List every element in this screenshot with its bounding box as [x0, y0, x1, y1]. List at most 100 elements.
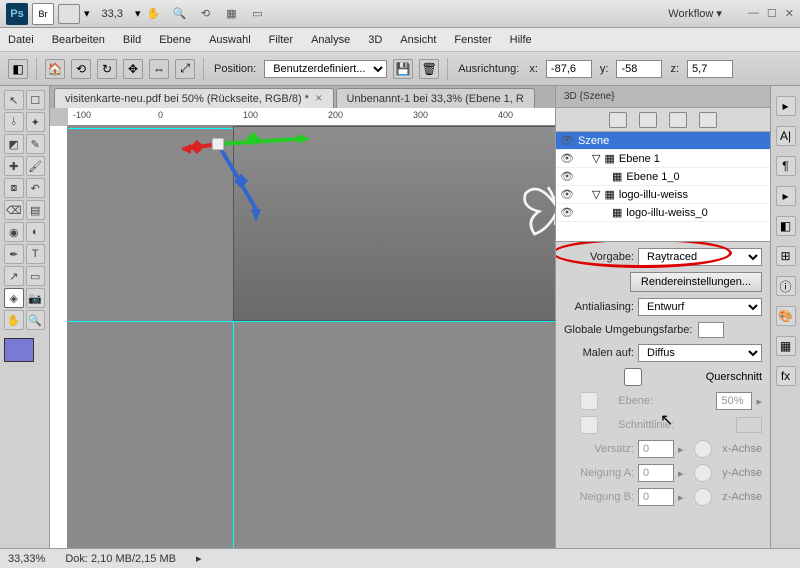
shape-tool[interactable]: ▭ [26, 266, 46, 286]
close-icon[interactable]: ✕ [785, 7, 794, 20]
swatches-panel-icon[interactable]: ▦ [776, 336, 796, 356]
hand-tool[interactable]: ✋ [4, 310, 24, 330]
zoom-icon[interactable]: 🔍 [170, 5, 188, 23]
render-settings-button[interactable]: Rendereinstellungen... [630, 272, 762, 292]
filter-lights-icon[interactable] [699, 112, 717, 128]
3d-object-tool[interactable]: ◈ [4, 288, 24, 308]
pan-3d-icon[interactable]: ✥ [123, 59, 143, 79]
path-tool[interactable]: ↗ [4, 266, 24, 286]
layers-panel-icon[interactable]: ◧ [776, 216, 796, 236]
brush-tool[interactable]: 🖌 [26, 156, 46, 176]
menu-3d[interactable]: 3D [368, 34, 382, 46]
eraser-tool[interactable]: ⌫ [4, 200, 24, 220]
scene-tree[interactable]: 👁Szene 👁▽▦ Ebene 1 👁▦ Ebene 1_0 👁▽▦ logo… [556, 132, 770, 242]
filter-meshes-icon[interactable] [639, 112, 657, 128]
color-swatch[interactable] [4, 338, 34, 362]
doc-tab-2[interactable]: Unbenannt-1 bei 33,3% (Ebene 1, R [336, 88, 535, 108]
antialias-select[interactable]: Entwurf [638, 298, 762, 316]
bridge-icon[interactable]: Br [32, 3, 54, 25]
workspace-switcher[interactable]: Workflow ▾ [656, 5, 734, 22]
vorgabe-select[interactable]: Raytraced [638, 248, 762, 266]
zoom-tool[interactable]: 🔍 [26, 310, 46, 330]
gradient-tool[interactable]: ▤ [26, 200, 46, 220]
nav-panel-icon[interactable]: ⊞ [776, 246, 796, 266]
filter-materials-icon[interactable] [669, 112, 687, 128]
panel-tab-3d[interactable]: 3D {Szene} [556, 86, 770, 108]
statusbar: 33,33% Dok: 2,10 MB/2,15 MB▸ [0, 548, 800, 568]
hand-icon[interactable]: ✋ [144, 5, 162, 23]
styles-panel-icon[interactable]: fx [776, 366, 796, 386]
menu-ansicht[interactable]: Ansicht [400, 34, 436, 46]
zoom-status[interactable]: 33,33% [8, 553, 45, 565]
menu-ebene[interactable]: Ebene [159, 34, 191, 46]
menu-analyse[interactable]: Analyse [311, 34, 350, 46]
close-tab-icon[interactable]: ✕ [315, 93, 323, 104]
move-tool[interactable]: ↖ [4, 90, 24, 110]
menu-bearbeiten[interactable]: Bearbeiten [52, 34, 105, 46]
stamp-tool[interactable]: ⧇ [4, 178, 24, 198]
visibility-icon[interactable]: 👁 [560, 134, 574, 147]
character-panel-icon[interactable]: A| [776, 126, 796, 146]
rotate-3d-icon[interactable]: ⟲ [71, 59, 91, 79]
doc-size-status[interactable]: Dok: 2,10 MB/2,15 MB [65, 553, 176, 565]
menu-datei[interactable]: Datei [8, 34, 34, 46]
global-color-swatch[interactable] [698, 322, 724, 338]
pen-tool[interactable]: ✒ [4, 244, 24, 264]
type-tool[interactable]: T [26, 244, 46, 264]
color-panel-icon[interactable]: 🎨 [776, 306, 796, 326]
y-input[interactable] [616, 60, 662, 78]
crop-tool[interactable]: ◩ [4, 134, 24, 154]
home-3d-icon[interactable]: 🏠 [45, 59, 65, 79]
tool-preset-icon[interactable]: ◧ [8, 59, 28, 79]
eyedropper-tool[interactable]: ✎ [26, 134, 46, 154]
save-preset-icon[interactable]: 💾 [393, 59, 413, 79]
position-select[interactable]: Benutzerdefiniert... [264, 60, 387, 78]
scene-properties: Vorgabe:Raytraced Rendereinstellungen...… [556, 242, 770, 548]
menu-hilfe[interactable]: Hilfe [510, 34, 532, 46]
ruler-vertical[interactable] [50, 126, 68, 548]
3d-axis-widget[interactable] [178, 126, 318, 234]
maximize-icon[interactable]: ☐ [767, 7, 777, 20]
menu-auswahl[interactable]: Auswahl [209, 34, 251, 46]
arrow-icon[interactable]: ▸ [776, 96, 796, 116]
guide-h[interactable] [68, 321, 555, 322]
visibility-icon[interactable]: 👁 [560, 188, 574, 201]
marquee-tool[interactable]: ☐ [26, 90, 46, 110]
history-brush-tool[interactable]: ↶ [26, 178, 46, 198]
clip-icon[interactable] [58, 4, 80, 24]
dodge-tool[interactable]: ◐ [26, 222, 46, 242]
querschnitt-check[interactable] [564, 368, 702, 386]
visibility-icon[interactable]: 👁 [560, 206, 574, 219]
arrange-icon[interactable]: ▦ [222, 5, 240, 23]
ruler-horizontal[interactable]: -100 0 100 200 300 400 [68, 108, 555, 126]
lasso-tool[interactable]: ⫰ [4, 112, 24, 132]
rotate-icon[interactable]: ⟲ [196, 5, 214, 23]
position-label: Position: [214, 63, 256, 75]
actions-panel-icon[interactable]: ▸ [776, 186, 796, 206]
menu-bild[interactable]: Bild [123, 34, 141, 46]
doc-tab-1[interactable]: visitenkarte-neu.pdf bei 50% (Rückseite,… [54, 88, 334, 108]
menu-fenster[interactable]: Fenster [454, 34, 491, 46]
wand-tool[interactable]: ✦ [26, 112, 46, 132]
canvas[interactable] [68, 126, 555, 548]
menu-filter[interactable]: Filter [269, 34, 293, 46]
malen-select[interactable]: Diffus [638, 344, 762, 362]
paragraph-panel-icon[interactable]: ¶ [776, 156, 796, 176]
3d-camera-tool[interactable]: 📷 [26, 288, 46, 308]
info-panel-icon[interactable]: ⓘ [776, 276, 796, 296]
roll-3d-icon[interactable]: ↻ [97, 59, 117, 79]
delete-preset-icon[interactable]: 🗑 [419, 59, 439, 79]
visibility-icon[interactable]: 👁 [560, 170, 574, 183]
visibility-icon[interactable]: 👁 [560, 152, 574, 165]
blur-tool[interactable]: ◉ [4, 222, 24, 242]
zoom-level[interactable]: 33,3 [102, 8, 123, 20]
photoshop-icon[interactable]: Ps [6, 3, 28, 25]
z-input[interactable] [687, 60, 733, 78]
screen-icon[interactable]: ▭ [248, 5, 266, 23]
filter-scene-icon[interactable] [609, 112, 627, 128]
heal-tool[interactable]: ✚ [4, 156, 24, 176]
slide-3d-icon[interactable]: ⇔ [149, 59, 169, 79]
x-input[interactable] [546, 60, 592, 78]
scale-3d-icon[interactable]: ⤢ [175, 59, 195, 79]
minimize-icon[interactable]: — [748, 7, 759, 20]
